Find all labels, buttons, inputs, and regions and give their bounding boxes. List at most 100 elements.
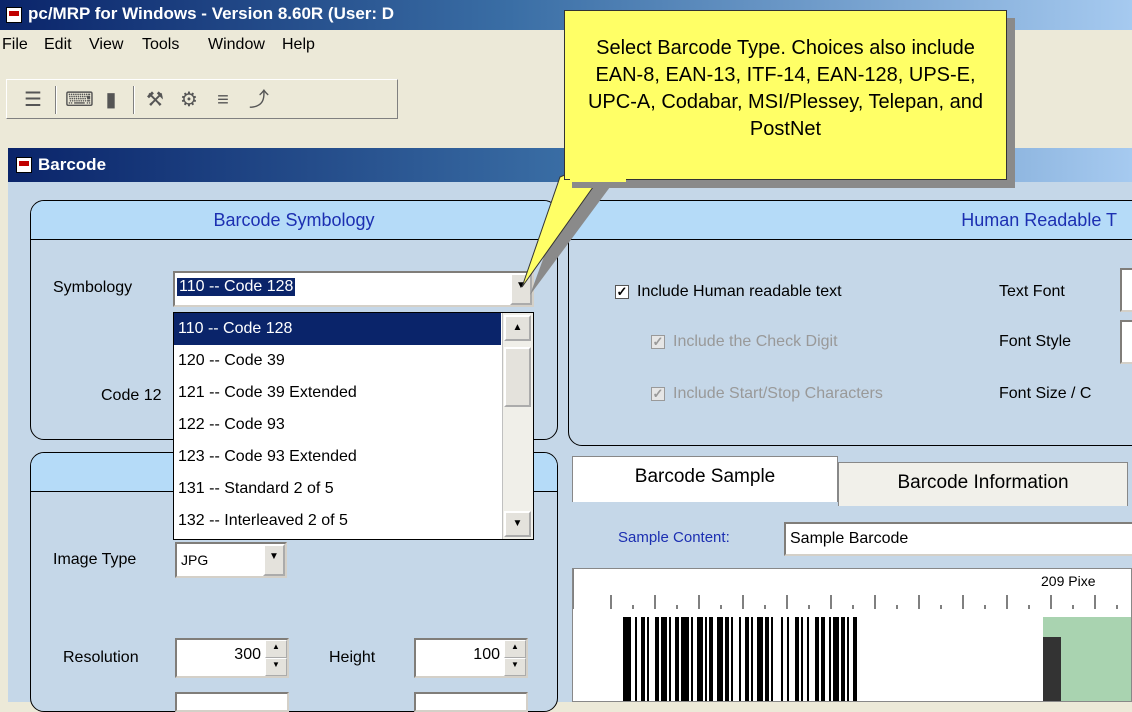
font-style-select[interactable] bbox=[1120, 320, 1132, 364]
image-type-select[interactable]: JPG ▼ bbox=[175, 542, 287, 578]
spin-down-icon[interactable]: ▼ bbox=[265, 658, 287, 676]
barcode-window-title: Barcode bbox=[38, 155, 107, 174]
chevron-down-icon[interactable]: ▼ bbox=[263, 544, 285, 576]
barcode-bar bbox=[787, 617, 789, 701]
barcode-bar bbox=[781, 617, 783, 701]
dropdown-option[interactable]: 123 -- Code 93 Extended bbox=[174, 441, 501, 473]
image-type-value: JPG bbox=[181, 552, 209, 568]
barcode-bar bbox=[847, 617, 849, 701]
app-icon[interactable] bbox=[6, 7, 22, 23]
partial-stepper[interactable] bbox=[414, 692, 528, 712]
barcode-bar bbox=[655, 617, 659, 701]
barcode-bar bbox=[757, 617, 763, 701]
export-icon[interactable]: ⤴ bbox=[247, 88, 271, 112]
barcode-bar bbox=[661, 617, 667, 701]
gear-icon[interactable]: ⚙ bbox=[177, 88, 201, 112]
toolbar-group: ☰ ⌨ ▮ ⚒ ⚙ ≡ ⤴ bbox=[6, 79, 398, 119]
keyboard-icon[interactable]: ⌨ bbox=[65, 88, 94, 112]
barcode-bar bbox=[725, 617, 729, 701]
toolbar-separator bbox=[55, 86, 57, 114]
dropdown-scrollbar[interactable]: ▲ ▼ bbox=[502, 313, 533, 539]
check-digit-label: Include the Check Digit bbox=[673, 333, 838, 350]
barcode-bar bbox=[841, 617, 845, 701]
barcode-bar bbox=[829, 617, 831, 701]
dropdown-option[interactable]: 132 -- Interleaved 2 of 5 bbox=[174, 505, 501, 537]
menu-help[interactable]: Help bbox=[282, 36, 315, 54]
barcode-bar bbox=[739, 617, 741, 701]
check-digit-checkbox[interactable]: ✓ bbox=[651, 335, 665, 349]
barcode-bar bbox=[641, 617, 645, 701]
height-value: 100 bbox=[473, 646, 500, 663]
spin-down-icon[interactable]: ▼ bbox=[504, 658, 526, 676]
height-stepper[interactable]: 100 ▲ ▼ bbox=[414, 638, 528, 678]
partial-stepper[interactable] bbox=[175, 692, 289, 712]
code-label: Code 12 bbox=[101, 387, 162, 404]
include-text-label: Include Human readable text bbox=[637, 283, 842, 300]
symbology-select-value: 110 -- Code 128 bbox=[177, 278, 296, 296]
barcode-bar bbox=[815, 617, 819, 701]
menu-view[interactable]: View bbox=[89, 36, 123, 54]
barcode-bar bbox=[705, 617, 707, 701]
callout-pointer-join bbox=[570, 160, 626, 182]
dropdown-option[interactable]: 121 -- Code 39 Extended bbox=[174, 377, 501, 409]
barcode-bar bbox=[795, 617, 799, 701]
app-title: pc/MRP for Windows - Version 8.60R (User… bbox=[28, 4, 395, 23]
scroll-thumb[interactable] bbox=[504, 347, 531, 407]
text-font-select[interactable] bbox=[1120, 268, 1132, 312]
start-stop-checkbox[interactable]: ✓ bbox=[651, 387, 665, 401]
menu-tools[interactable]: Tools bbox=[142, 36, 179, 54]
ruler-size-label: 209 Pixe bbox=[1041, 573, 1096, 589]
barcode-bar bbox=[745, 617, 749, 701]
start-stop-label: Include Start/Stop Characters bbox=[673, 385, 883, 402]
sample-content-value: Sample Barcode bbox=[790, 530, 909, 547]
dropdown-option[interactable]: 110 -- Code 128 bbox=[174, 313, 501, 345]
preview-marker bbox=[1043, 637, 1061, 701]
barcode-bar bbox=[635, 617, 637, 701]
barcode-bar bbox=[681, 617, 689, 701]
menu-edit[interactable]: Edit bbox=[44, 36, 72, 54]
barcode-bar bbox=[807, 617, 809, 701]
list-tree-icon[interactable]: ☰ bbox=[21, 88, 45, 112]
barcode-bar bbox=[647, 617, 649, 701]
barcode-bar bbox=[675, 617, 679, 701]
symbology-panel-heading: Barcode Symbology bbox=[31, 201, 557, 240]
barcode-bar bbox=[833, 617, 839, 701]
sample-content-input[interactable]: Sample Barcode bbox=[784, 522, 1132, 556]
menu-file[interactable]: File bbox=[2, 36, 28, 54]
scroll-down-icon[interactable]: ▼ bbox=[504, 511, 531, 537]
resolution-label: Resolution bbox=[63, 649, 139, 666]
menu-window[interactable]: Window bbox=[208, 36, 265, 54]
spin-up-icon[interactable]: ▲ bbox=[504, 640, 526, 658]
toolbar-separator bbox=[133, 86, 135, 114]
callout-tooltip: Select Barcode Type. Choices also includ… bbox=[564, 10, 1007, 180]
barcode-preview: 209 Pixe bbox=[572, 568, 1132, 702]
barcode-bar bbox=[691, 617, 693, 701]
symbology-label: Symbology bbox=[53, 279, 133, 296]
symbology-dropdown-list[interactable]: 110 -- Code 128 120 -- Code 39 121 -- Co… bbox=[173, 312, 534, 540]
align-icon[interactable]: ≡ bbox=[211, 88, 235, 112]
symbology-select[interactable]: 110 -- Code 128 ▼ bbox=[173, 271, 534, 307]
dropdown-option[interactable]: 120 -- Code 39 bbox=[174, 345, 501, 377]
barcode-bar bbox=[765, 617, 769, 701]
image-type-label: Image Type bbox=[53, 551, 137, 568]
tab-barcode-information[interactable]: Barcode Information bbox=[838, 462, 1128, 506]
barcode-bar bbox=[731, 617, 733, 701]
barcode-bar bbox=[771, 617, 773, 701]
spin-up-icon[interactable]: ▲ bbox=[265, 640, 287, 658]
dropdown-option[interactable]: 131 -- Standard 2 of 5 bbox=[174, 473, 501, 505]
barcode-bar bbox=[821, 617, 825, 701]
document-icon[interactable]: ▮ bbox=[99, 88, 123, 112]
barcode-bar bbox=[717, 617, 723, 701]
barcode-bar bbox=[801, 617, 803, 701]
callout-text: Select Barcode Type. Choices also includ… bbox=[587, 37, 984, 140]
tab-barcode-sample[interactable]: Barcode Sample bbox=[572, 456, 838, 502]
tools-icon[interactable]: ⚒ bbox=[143, 88, 167, 112]
text-font-label: Text Font bbox=[999, 283, 1065, 300]
font-style-label: Font Style bbox=[999, 333, 1072, 350]
resolution-value: 300 bbox=[234, 646, 261, 663]
barcode-bar bbox=[709, 617, 713, 701]
window-icon[interactable] bbox=[16, 157, 32, 173]
barcode-bar bbox=[853, 617, 857, 701]
resolution-stepper[interactable]: 300 ▲ ▼ bbox=[175, 638, 289, 678]
dropdown-option[interactable]: 122 -- Code 93 bbox=[174, 409, 501, 441]
